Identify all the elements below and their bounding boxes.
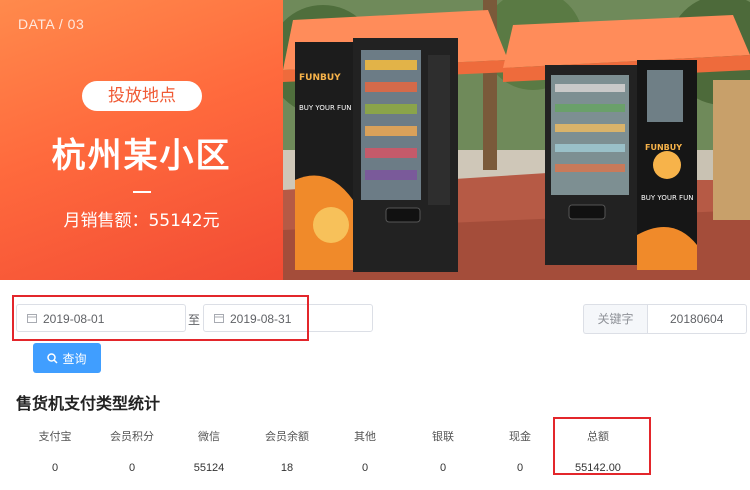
location-pill: 投放地点	[82, 81, 202, 111]
stats-title: 售货机支付类型统计	[16, 394, 161, 413]
stat-column-cash: 现金 0	[480, 430, 560, 474]
stat-value: 0	[439, 462, 447, 474]
stat-value: 55124	[193, 462, 225, 474]
monthly-sales: 月销售额：55142元	[63, 211, 220, 231]
keyword-input[interactable]: 20180604	[647, 304, 747, 334]
right-machine-slogan: BUY YOUR FUN	[641, 194, 693, 202]
query-button[interactable]: 查询	[33, 343, 101, 373]
stat-column-wechat: 微信 55124	[169, 430, 249, 474]
data-section-label: DATA / 03	[18, 16, 85, 32]
stat-column-other: 其他 0	[325, 430, 405, 474]
stat-column-balance: 会员余额 18	[247, 430, 327, 474]
right-machine-logo: FUNBUY	[645, 143, 682, 152]
stat-header: 现金	[509, 430, 531, 443]
hero-banner: DATA / 03 投放地点 杭州某小区 月销售额：55142元 FUNBUY …	[0, 0, 750, 280]
stat-column-alipay: 支付宝 0	[15, 430, 95, 474]
stat-header: 银联	[432, 430, 454, 443]
query-button-label: 查询	[62, 351, 87, 366]
left-machine-logo: FUNBUY	[299, 73, 341, 83]
stat-value: 0	[516, 462, 524, 474]
location-card: DATA / 03 投放地点 杭州某小区 月销售额：55142元	[0, 0, 283, 280]
divider	[133, 191, 151, 193]
stat-header: 会员余额	[265, 430, 309, 443]
left-machine-slogan: BUY YOUR FUN	[299, 104, 351, 112]
search-icon	[47, 352, 59, 364]
stat-value: 18	[280, 462, 294, 474]
stat-header: 支付宝	[38, 430, 72, 443]
stat-column-points: 会员积分 0	[92, 430, 172, 474]
stat-header: 会员积分	[110, 430, 154, 443]
stat-value: 0	[51, 462, 59, 474]
keyword-label: 关键字	[583, 304, 647, 334]
stat-header: 微信	[198, 430, 220, 443]
total-highlight	[553, 417, 651, 475]
location-title: 杭州某小区	[51, 136, 232, 176]
date-range-highlight	[12, 295, 309, 341]
vending-machine-photo: FUNBUY BUY YOUR FUN FUNBUY BUY YOUR FUN	[283, 0, 750, 280]
stat-value: 0	[361, 462, 369, 474]
stat-header: 其他	[354, 430, 376, 443]
stat-column-unionpay: 银联 0	[403, 430, 483, 474]
stat-value: 0	[128, 462, 136, 474]
